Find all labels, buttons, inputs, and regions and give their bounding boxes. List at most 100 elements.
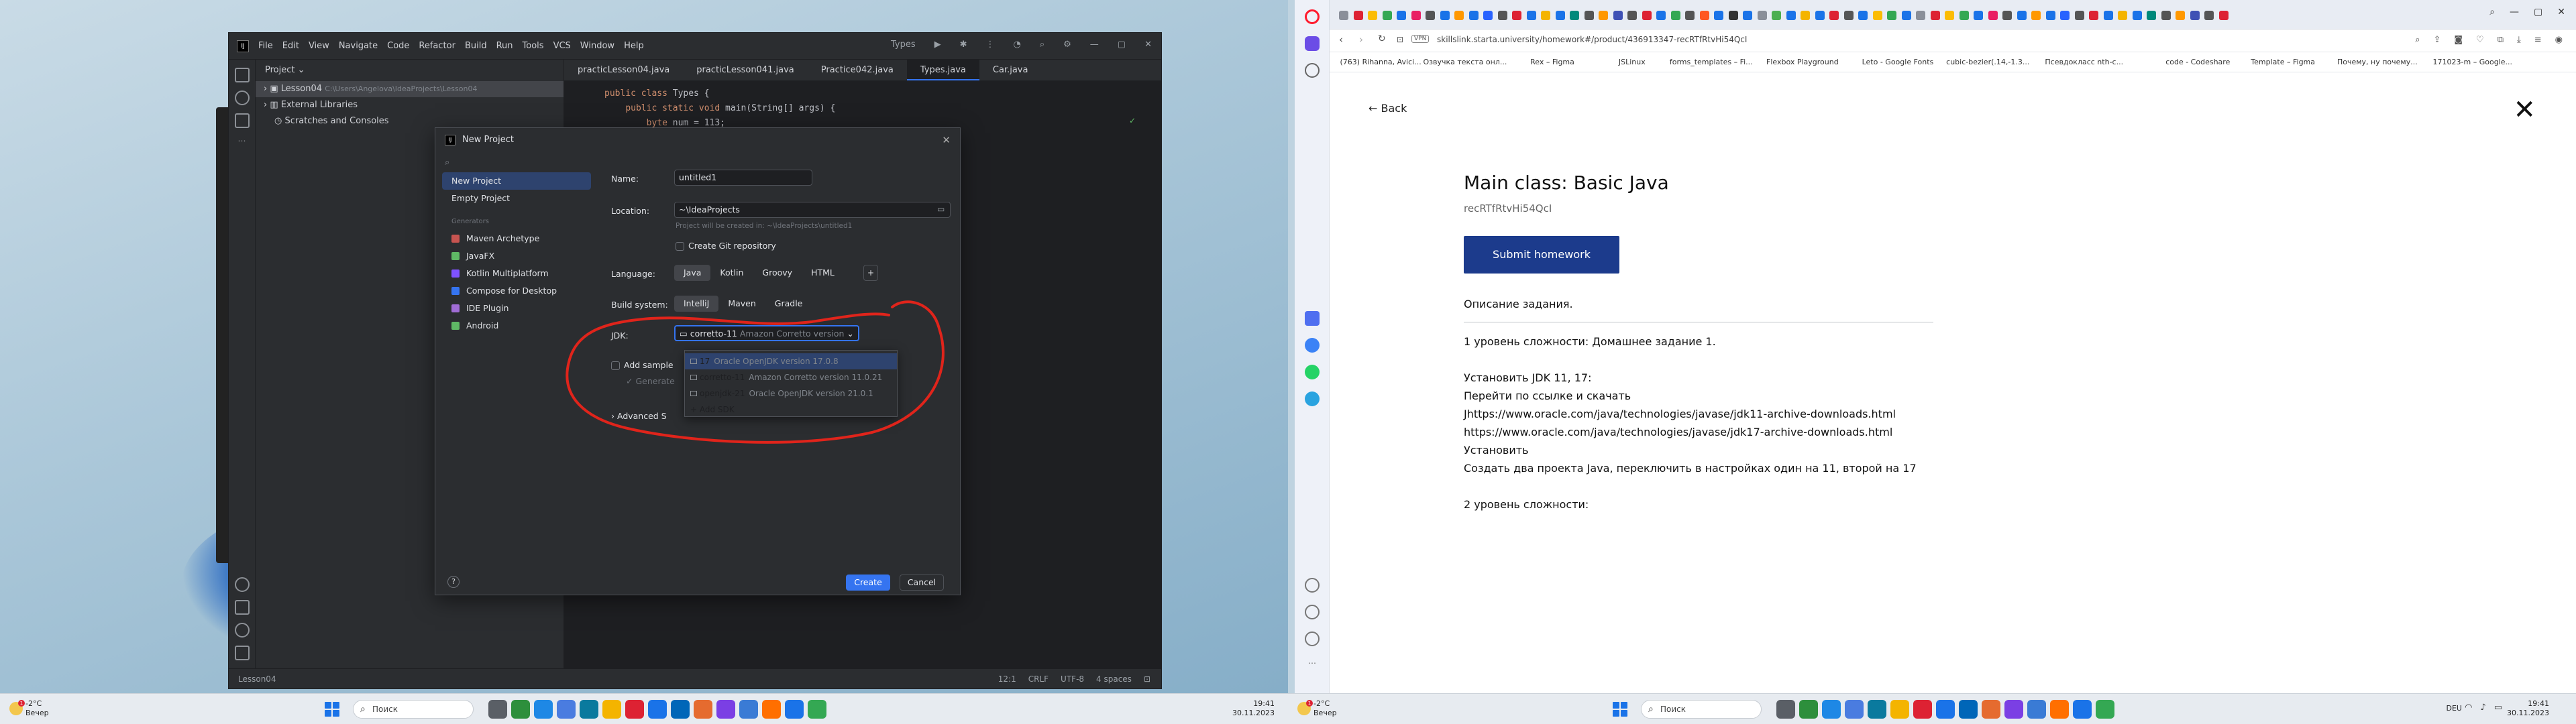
browser-tab-favicon[interactable]	[2060, 11, 2070, 20]
browser-tab-favicon[interactable]	[1397, 11, 1406, 20]
menu-item-refactor[interactable]: Refactor	[419, 41, 455, 51]
taskbar-app-icon[interactable]	[1913, 700, 1932, 719]
browser-tab-favicon[interactable]	[1497, 11, 1507, 20]
browser-tab-favicon[interactable]	[2204, 11, 2214, 20]
whatsapp-icon[interactable]	[1304, 365, 1320, 379]
generator-kotlin-multiplatform[interactable]: Kotlin Multiplatform	[442, 265, 591, 282]
taskbar-app-icon[interactable]	[1936, 700, 1955, 719]
run-icon[interactable]: ▶	[934, 40, 941, 50]
reload-icon[interactable]: ↻	[1378, 34, 1386, 44]
browser-tab-favicon[interactable]	[1801, 11, 1810, 20]
browser-tab-favicon[interactable]	[1959, 11, 1969, 20]
taskbar-app-icon[interactable]	[671, 700, 690, 719]
browser-tab-favicon[interactable]	[1772, 11, 1781, 20]
minimize-icon[interactable]: —	[2510, 7, 2519, 17]
bookmark-item[interactable]: Leto - Google Fonts	[1862, 58, 1934, 66]
browser-tab-favicon[interactable]	[1974, 11, 1983, 20]
browser-tab-favicon[interactable]	[1440, 11, 1450, 20]
taskbar-app-icon[interactable]	[534, 700, 553, 719]
wifi-icon[interactable]: ◠	[2465, 703, 2472, 713]
user-icon[interactable]: ◔	[1014, 40, 1021, 50]
services-icon[interactable]	[235, 577, 250, 592]
dialog-search-icon[interactable]: ⌕	[442, 158, 591, 172]
dialog-close-icon[interactable]: ✕	[942, 128, 951, 152]
bookmark-item[interactable]: code - Codeshare	[2165, 58, 2230, 66]
git-checkbox-row[interactable]: Create Git repository	[676, 241, 776, 251]
browser-tab-favicon[interactable]	[2161, 11, 2171, 20]
project-panel-header[interactable]: Project ⌄	[256, 60, 564, 81]
browser-tab-favicon[interactable]	[1353, 11, 1363, 20]
history-icon[interactable]	[1305, 578, 1320, 593]
structure-tool-icon[interactable]	[234, 113, 250, 128]
add-language-button[interactable]: +	[863, 265, 878, 281]
browser-tab-favicon[interactable]	[1339, 11, 1348, 20]
maximize-icon[interactable]: ▢	[2534, 7, 2542, 17]
search-icon[interactable]: ⌕	[1040, 40, 1044, 50]
taskbar-app-icon[interactable]	[625, 700, 644, 719]
bookmark-icon[interactable]	[1304, 63, 1320, 78]
browse-folder-icon[interactable]: ▭	[937, 204, 945, 214]
camera-icon[interactable]: ◙	[2454, 35, 2463, 45]
browser-tab-favicon[interactable]	[2176, 11, 2185, 20]
bookmark-item[interactable]: JSLinux	[1619, 58, 1646, 66]
browser-tab-favicon[interactable]	[1872, 11, 1882, 20]
bookmark-item[interactable]: cubic-bezier(.14,-1.3...	[1946, 58, 2029, 66]
taskbar-app-icon[interactable]	[1799, 700, 1818, 719]
menu-item-tools[interactable]: Tools	[523, 41, 544, 51]
browser-tab-favicon[interactable]	[1656, 11, 1666, 20]
generator-maven-archetype[interactable]: Maven Archetype	[442, 230, 591, 247]
browser-tab-favicon[interactable]	[1728, 11, 1738, 20]
browser-tab-favicon[interactable]	[1627, 11, 1637, 20]
browser-tab-favicon[interactable]	[1468, 11, 1479, 20]
system-clock[interactable]: 19:41 30.11.2023	[1232, 699, 1275, 718]
taskbar-app-icon[interactable]	[1959, 700, 1978, 719]
browser-tab-favicon[interactable]	[2118, 11, 2127, 20]
location-input[interactable]: ~\IdeaProjects	[674, 202, 951, 218]
editor-tab[interactable]: Types.java	[906, 60, 979, 80]
taskbar-app-icon[interactable]	[785, 700, 804, 719]
browser-tab-favicon[interactable]	[2132, 11, 2142, 20]
language-indicator[interactable]: DEU	[2447, 704, 2462, 713]
language-option-groovy[interactable]: Groovy	[753, 265, 802, 281]
taskbar-app-icon[interactable]	[808, 700, 826, 719]
menu-item-help[interactable]: Help	[624, 41, 644, 51]
browser-tab-favicon[interactable]	[1930, 11, 1940, 20]
taskbar-app-icon[interactable]	[2096, 700, 2114, 719]
submit-homework-button[interactable]: Submit homework	[1464, 236, 1619, 274]
browser-tab-favicon[interactable]	[2045, 11, 2055, 20]
easy-setup-icon[interactable]: ≡	[2534, 35, 2542, 45]
language-option-java[interactable]: Java	[674, 265, 711, 281]
search-icon[interactable]: ⌕	[2415, 35, 2420, 45]
menu-item-navigate[interactable]: Navigate	[339, 41, 378, 51]
taskbar-app-icon[interactable]	[648, 700, 667, 719]
telegram-icon[interactable]	[1304, 391, 1320, 406]
nav-new-project[interactable]: New Project	[442, 172, 591, 190]
create-button[interactable]: Create	[846, 575, 890, 591]
bookmark-item[interactable]: Почему, ну почему...	[2337, 58, 2418, 66]
profile-icon[interactable]: ◉	[2555, 35, 2563, 45]
close-icon[interactable]: ✕	[1144, 40, 1152, 50]
taskbar-app-icon[interactable]	[580, 700, 598, 719]
menu-item-window[interactable]: Window	[580, 41, 614, 51]
more-icon[interactable]: ⋯	[1305, 658, 1320, 673]
browser-tab-favicon[interactable]	[1526, 11, 1536, 20]
lock-icon[interactable]: ⊡	[1144, 669, 1150, 689]
browser-tab-favicon[interactable]	[1843, 11, 1854, 20]
browser-tab-favicon[interactable]	[1670, 11, 1680, 20]
status-line-sep[interactable]: CRLF	[1028, 669, 1049, 689]
system-clock[interactable]: 19:41 30.11.2023	[2507, 699, 2549, 718]
taskbar-app-icon[interactable]	[557, 700, 576, 719]
browser-tab-favicon[interactable]	[1599, 11, 1608, 20]
more-icon[interactable]: ⋮	[986, 40, 995, 50]
heart-icon[interactable]	[1305, 605, 1320, 619]
browser-tab-favicon[interactable]	[1382, 11, 1392, 20]
code-view[interactable]: public class Types { public static void …	[564, 81, 1161, 131]
status-encoding[interactable]: UTF-8	[1061, 669, 1084, 689]
tree-item-external-libraries[interactable]: › ▥ External Libraries	[256, 97, 564, 113]
cancel-button[interactable]: Cancel	[900, 575, 944, 591]
browser-tab-favicon[interactable]	[2089, 11, 2098, 20]
editor-tab[interactable]: Practice042.java	[808, 60, 907, 80]
search-tabs-icon[interactable]: ⌕	[2489, 7, 2495, 17]
menu-item-view[interactable]: View	[309, 41, 329, 51]
taskbar-app-icon[interactable]	[2027, 700, 2046, 719]
